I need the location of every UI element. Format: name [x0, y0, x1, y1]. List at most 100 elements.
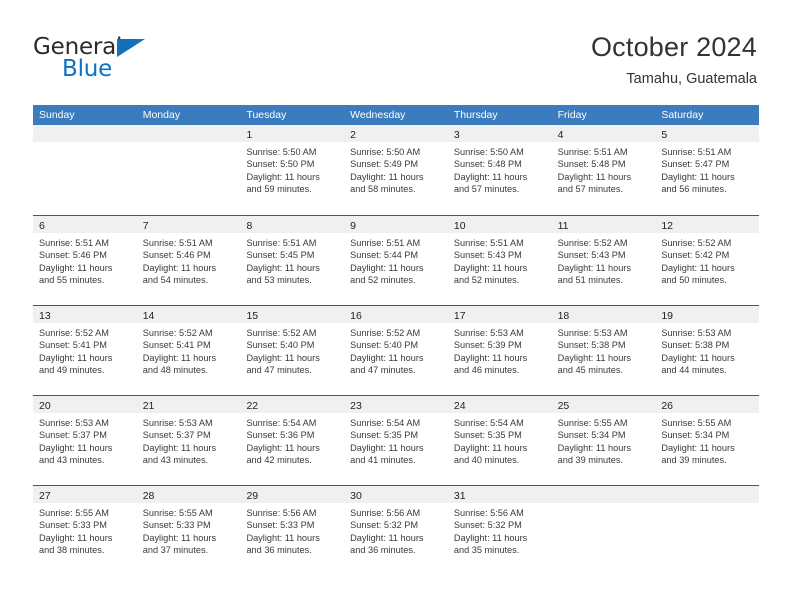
day-cell[interactable]: 6 Sunrise: 5:51 AM Sunset: 5:46 PM Daylight… [33, 216, 137, 305]
daylight-text-line1: Daylight: 11 hours [246, 352, 320, 363]
daylight-text-line1: Daylight: 11 hours [453, 442, 528, 453]
day-number: 18 [557, 310, 570, 322]
sunset-text: Sunset: 5:35 PM [350, 430, 419, 441]
day-info: Sunrise: 5:50 AM Sunset: 5:49 PM Daylight:… [344, 142, 448, 196]
daylight-text-line2: and 43 minutes. [39, 455, 105, 466]
day-number-band [136, 125, 241, 142]
day-number-band: 24 [447, 396, 552, 413]
day-info: Sunrise: 5:53 AM Sunset: 5:39 PM Daylight:… [448, 323, 552, 377]
day-cell[interactable]: 18 Sunrise: 5:53 AM Sunset: 5:38 PM Dayligh… [551, 306, 656, 395]
page-subtitle: Tamahu, Guatemala [626, 71, 757, 87]
daylight-text-line1: Daylight: 11 hours [350, 262, 424, 273]
day-cell[interactable]: 2 Sunrise: 5:50 AM Sunset: 5:49 PM Daylight… [344, 125, 448, 215]
day-number-band: 13 [33, 306, 137, 323]
day-cell[interactable]: 24 Sunrise: 5:54 AM Sunset: 5:35 PM Dayligh… [447, 396, 552, 485]
sunrise-text: Sunrise: 5:51 AM [246, 238, 317, 248]
day-number: 11 [557, 220, 569, 232]
sunrise-text: Sunrise: 5:51 AM [142, 238, 213, 248]
day-cell[interactable]: 10 Sunrise: 5:51 AM Sunset: 5:43 PM Dayligh… [447, 216, 552, 305]
day-cell[interactable]: 4 Sunrise: 5:51 AM Sunset: 5:48 PM Daylight… [551, 125, 656, 215]
sunset-text: Sunset: 5:38 PM [557, 340, 626, 351]
day-cell[interactable]: 12 Sunrise: 5:52 AM Sunset: 5:42 PM Dayligh… [655, 216, 760, 305]
daylight-text-line1: Daylight: 11 hours [142, 352, 217, 363]
day-number: 25 [557, 400, 570, 412]
daylight-text-line1: Daylight: 11 hours [39, 262, 113, 273]
day-cell[interactable]: 11 Sunrise: 5:52 AM Sunset: 5:43 PM Dayligh… [551, 216, 656, 305]
day-number: 9 [350, 220, 356, 232]
sunrise-text: Sunrise: 5:56 AM [350, 508, 421, 518]
daylight-text-line1: Daylight: 11 hours [350, 442, 424, 453]
day-number-band: 10 [447, 216, 552, 233]
day-number-band: 4 [551, 125, 656, 142]
day-cell[interactable]: 7 Sunrise: 5:51 AM Sunset: 5:46 PM Daylight… [136, 216, 241, 305]
sunrise-text: Sunrise: 5:52 AM [661, 238, 732, 248]
daylight-text-line2: and 44 minutes. [661, 365, 727, 376]
day-cell[interactable]: 17 Sunrise: 5:53 AM Sunset: 5:39 PM Dayligh… [447, 306, 552, 395]
daylight-text-line2: and 49 minutes. [39, 365, 105, 376]
daylight-text-line2: and 39 minutes. [661, 455, 727, 466]
sunset-text: Sunset: 5:36 PM [246, 430, 315, 441]
day-cell[interactable]: 27 Sunrise: 5:55 AM Sunset: 5:33 PM Dayligh… [33, 486, 137, 575]
day-cell[interactable]: 16 Sunrise: 5:52 AM Sunset: 5:40 PM Dayligh… [344, 306, 448, 395]
daylight-text-line1: Daylight: 11 hours [453, 171, 528, 182]
day-cell[interactable]: 26 Sunrise: 5:55 AM Sunset: 5:34 PM Dayligh… [655, 396, 760, 485]
day-cell[interactable]: 5 Sunrise: 5:51 AM Sunset: 5:47 PM Daylight… [655, 125, 760, 215]
daylight-text-line1: Daylight: 11 hours [246, 532, 320, 543]
day-number: 22 [246, 400, 259, 412]
day-number-band: 14 [136, 306, 241, 323]
daylight-text-line1: Daylight: 11 hours [557, 262, 631, 273]
day-number-band: 11 [551, 216, 656, 233]
day-cell[interactable]: 23 Sunrise: 5:54 AM Sunset: 5:35 PM Dayligh… [344, 396, 448, 485]
day-info: Sunrise: 5:55 AM Sunset: 5:33 PM Daylight:… [33, 503, 137, 557]
day-number-band: 26 [655, 396, 760, 413]
weekday-header-sunday: Sunday [39, 109, 75, 121]
sunset-text: Sunset: 5:48 PM [453, 159, 522, 170]
day-cell[interactable]: 13 Sunrise: 5:52 AM Sunset: 5:41 PM Dayligh… [33, 306, 137, 395]
day-number-band: 7 [136, 216, 241, 233]
sunset-text: Sunset: 5:47 PM [661, 159, 730, 170]
day-number-band: 16 [344, 306, 448, 323]
day-cell[interactable]: 14 Sunrise: 5:52 AM Sunset: 5:41 PM Dayligh… [136, 306, 241, 395]
day-cell[interactable]: 22 Sunrise: 5:54 AM Sunset: 5:36 PM Dayligh… [240, 396, 345, 485]
day-cell[interactable]: 25 Sunrise: 5:55 AM Sunset: 5:34 PM Dayligh… [551, 396, 656, 485]
day-cell[interactable]: 21 Sunrise: 5:53 AM Sunset: 5:37 PM Dayligh… [136, 396, 241, 485]
day-info: Sunrise: 5:54 AM Sunset: 5:35 PM Daylight:… [344, 413, 448, 467]
daylight-text-line2: and 47 minutes. [350, 365, 416, 376]
day-info: Sunrise: 5:52 AM Sunset: 5:40 PM Daylight:… [240, 323, 344, 377]
sunset-text: Sunset: 5:50 PM [246, 159, 315, 170]
day-cell[interactable]: 29 Sunrise: 5:56 AM Sunset: 5:33 PM Dayligh… [240, 486, 345, 575]
day-cell[interactable]: 28 Sunrise: 5:55 AM Sunset: 5:33 PM Dayligh… [136, 486, 241, 575]
sunset-text: Sunset: 5:38 PM [661, 340, 730, 351]
daylight-text-line1: Daylight: 11 hours [557, 352, 631, 363]
day-info: Sunrise: 5:53 AM Sunset: 5:38 PM Daylight:… [552, 323, 656, 377]
daylight-text-line1: Daylight: 11 hours [661, 262, 735, 273]
day-cell-empty [655, 486, 760, 575]
calendar-page: General Blue October 2024 Tamahu, Guatem… [0, 0, 792, 612]
day-cell[interactable]: 15 Sunrise: 5:52 AM Sunset: 5:40 PM Dayligh… [240, 306, 345, 395]
day-cell[interactable]: 30 Sunrise: 5:56 AM Sunset: 5:32 PM Dayligh… [344, 486, 448, 575]
day-cell[interactable]: 8 Sunrise: 5:51 AM Sunset: 5:45 PM Daylight… [240, 216, 345, 305]
sunrise-text: Sunrise: 5:56 AM [453, 508, 524, 518]
day-cell[interactable]: 19 Sunrise: 5:53 AM Sunset: 5:38 PM Dayligh… [655, 306, 760, 395]
sunset-text: Sunset: 5:39 PM [453, 340, 522, 351]
sunrise-text: Sunrise: 5:56 AM [246, 508, 317, 518]
day-cell[interactable]: 20 Sunrise: 5:53 AM Sunset: 5:37 PM Dayligh… [33, 396, 137, 485]
day-number: 5 [661, 129, 668, 141]
sunset-text: Sunset: 5:44 PM [350, 250, 419, 261]
day-info: Sunrise: 5:55 AM Sunset: 5:34 PM Daylight:… [552, 413, 656, 467]
day-cell[interactable]: 1 Sunrise: 5:50 AM Sunset: 5:50 PM Daylight… [240, 125, 345, 215]
daylight-text-line2: and 36 minutes. [246, 545, 312, 556]
sunset-text: Sunset: 5:32 PM [350, 520, 419, 531]
day-number: 10 [453, 220, 466, 232]
day-info: Sunrise: 5:51 AM Sunset: 5:48 PM Daylight:… [552, 142, 656, 196]
sunrise-text: Sunrise: 5:53 AM [142, 418, 213, 428]
day-cell[interactable]: 3 Sunrise: 5:50 AM Sunset: 5:48 PM Daylight… [447, 125, 552, 215]
sunrise-text: Sunrise: 5:51 AM [557, 147, 628, 157]
day-cell[interactable]: 9 Sunrise: 5:51 AM Sunset: 5:44 PM Daylight… [344, 216, 448, 305]
sunset-text: Sunset: 5:45 PM [246, 250, 315, 261]
day-cell[interactable]: 31 Sunrise: 5:56 AM Sunset: 5:32 PM Dayligh… [447, 486, 552, 575]
day-number-band: 1 [240, 125, 345, 142]
general-blue-logo[interactable]: General Blue [33, 34, 163, 90]
day-info: Sunrise: 5:53 AM Sunset: 5:38 PM Daylight:… [655, 323, 759, 377]
day-number-band [655, 486, 760, 503]
